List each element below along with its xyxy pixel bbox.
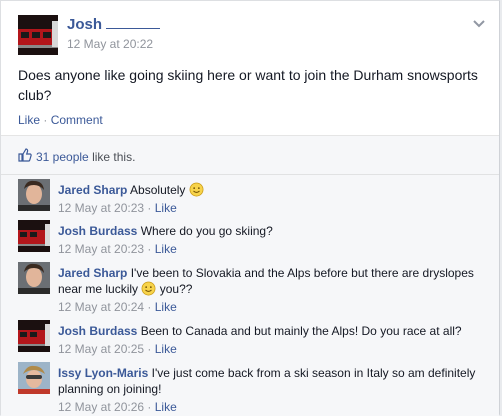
commenter-avatar[interactable] (18, 179, 50, 211)
comment-meta: 12 May at 20:23 · Like (58, 242, 177, 256)
commenter-avatar[interactable] (18, 262, 50, 294)
post-header: Josh 12 May at 20:22 (18, 15, 488, 60)
author-name-blank (106, 17, 161, 29)
comment-like-link[interactable]: Like (155, 400, 177, 414)
commenter-name[interactable]: Josh Burdass (58, 324, 137, 338)
commenter-name[interactable]: Issy Lyon-Maris (58, 366, 148, 380)
likes-text: 31 people like this. (36, 150, 135, 164)
comment-meta: 12 May at 20:24 · Like (58, 300, 177, 314)
comment-body: Jared Sharp I've been to Slovakia and th… (58, 265, 488, 315)
like-link[interactable]: Like (18, 113, 40, 127)
comment-body: Issy Lyon-Maris I've just come back from… (58, 365, 488, 415)
author-avatar[interactable] (18, 15, 58, 55)
comment-body: Josh Burdass Been to Canada and but main… (58, 323, 488, 357)
comments-section: 31 people like this. Jared Sharp Absolut… (1, 135, 499, 416)
post-author-text[interactable]: Josh (67, 16, 102, 33)
post-timestamp[interactable]: 12 May at 20:22 (67, 37, 153, 51)
commenter-avatar[interactable] (18, 220, 50, 252)
comment-time[interactable]: 12 May at 20:23 (58, 242, 144, 256)
thumbs-up-icon (18, 148, 32, 162)
post-author-name[interactable]: Josh (67, 16, 161, 33)
post-card: Josh 12 May at 20:22 Does anyone like go… (0, 0, 500, 416)
comment-time[interactable]: 12 May at 20:24 (58, 300, 144, 314)
comment-meta: 12 May at 20:26 · Like (58, 400, 177, 414)
comment-time[interactable]: 12 May at 20:23 (58, 201, 144, 215)
comment-text: Absolutely (130, 183, 186, 197)
comment-like-link[interactable]: Like (155, 201, 177, 215)
comment-text: Where do you go skiing? (140, 224, 273, 238)
post-actions: Like · Comment (18, 113, 103, 127)
comment-time[interactable]: 12 May at 20:26 (58, 400, 144, 414)
likes-suffix: like this. (92, 150, 136, 164)
comment-like-link[interactable]: Like (155, 242, 177, 256)
likes-summary: 31 people like this. (1, 136, 499, 175)
comment-meta: 12 May at 20:23 · Like (58, 201, 177, 215)
comment-body: Josh Burdass Where do you go skiing? 12 … (58, 223, 488, 257)
comment-like-link[interactable]: Like (155, 300, 177, 314)
commenter-name[interactable]: Jared Sharp (58, 183, 127, 197)
chevron-down-icon[interactable] (472, 17, 486, 31)
commenter-avatar[interactable] (18, 362, 50, 394)
comment-meta: 12 May at 20:25 · Like (58, 342, 177, 356)
action-separator: · (43, 113, 48, 127)
commenter-avatar[interactable] (18, 320, 50, 352)
commenter-name[interactable]: Jared Sharp (58, 266, 127, 280)
likes-count-link[interactable]: 31 people (36, 150, 89, 164)
comment-body: Jared Sharp Absolutely 12 May at 20:23 ·… (58, 182, 488, 216)
comment-text: Been to Canada and but mainly the Alps! … (140, 324, 462, 338)
smiley-emoji-icon (189, 182, 204, 197)
smiley-emoji-icon (141, 281, 156, 296)
comment-text-part2: you?? (159, 282, 193, 296)
commenter-name[interactable]: Josh Burdass (58, 224, 137, 238)
comment-time[interactable]: 12 May at 20:25 (58, 342, 144, 356)
post-text: Does anyone like going skiing here or wa… (18, 67, 478, 103)
comment-like-link[interactable]: Like (155, 342, 177, 356)
comment-link[interactable]: Comment (51, 113, 103, 127)
